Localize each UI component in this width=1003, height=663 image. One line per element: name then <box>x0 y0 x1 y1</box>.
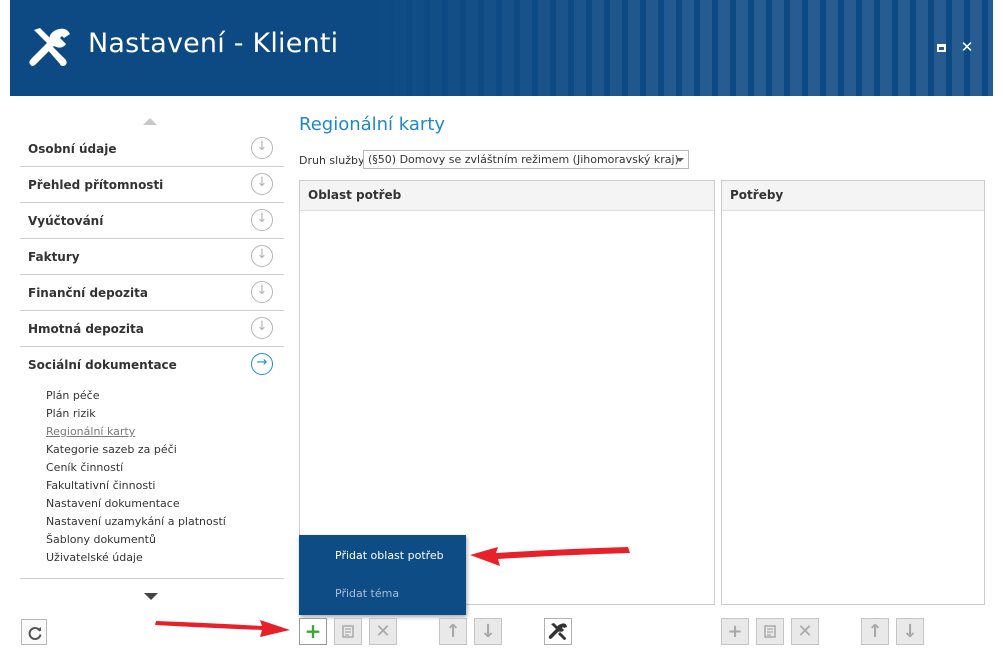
sub-item-nastaveni-uzamykani[interactable]: Nastavení uzamykání a platností <box>46 513 226 531</box>
sidebar-item-socialni-dokumentace[interactable]: Sociální dokumentace → <box>20 347 284 383</box>
add-button[interactable]: + <box>299 618 327 645</box>
move-up-potreba-button[interactable]: ↑ <box>861 618 889 645</box>
window-title: Nastavení - Klienti <box>88 28 339 59</box>
sidebar-item-label: Sociální dokumentace <box>28 358 177 372</box>
add-icon: + <box>727 621 743 642</box>
header-pattern <box>373 0 993 96</box>
settings-button[interactable] <box>544 618 572 645</box>
add-popup-menu: Přidat oblast potřeb Přidat téma <box>299 535 466 615</box>
sidebar-item-faktury[interactable]: Faktury ↓ <box>20 239 284 275</box>
sidebar-item-label: Osobní údaje <box>28 142 117 156</box>
divider <box>20 578 284 579</box>
window-header: Nastavení - Klienti ✕ <box>10 0 993 96</box>
arrow-down-circle-icon: ↓ <box>251 173 273 195</box>
menu-item-pridat-oblast-potreb[interactable]: Přidat oblast potřeb <box>335 549 444 562</box>
sub-item-nastaveni-dokumentace[interactable]: Nastavení dokumentace <box>46 495 226 513</box>
move-down-icon: ↓ <box>480 621 496 642</box>
refresh-icon <box>28 627 42 640</box>
sidebar-item-label: Finanční depozita <box>28 286 148 300</box>
sidebar-item-prehled-pritomnosti[interactable]: Přehled přítomnosti ↓ <box>20 167 284 203</box>
arrow-down-circle-icon: ↓ <box>251 245 273 267</box>
sub-item-uzivatelske-udaje[interactable]: Uživatelské údaje <box>46 549 226 567</box>
settings-icon <box>548 623 567 640</box>
edit-icon <box>342 625 354 638</box>
oblast-potreb-header: Oblast potřeb <box>300 181 714 211</box>
sidebar-item-label: Faktury <box>28 250 80 264</box>
sidebar-item-hmotna-depozita[interactable]: Hmotná depozita ↓ <box>20 311 284 347</box>
sub-item-plan-rizik[interactable]: Plán rizik <box>46 405 226 423</box>
sub-item-regionalni-karty[interactable]: Regionální karty <box>46 423 226 441</box>
move-down-potreba-button[interactable]: ↓ <box>896 618 924 645</box>
delete-icon: ✕ <box>375 621 391 642</box>
druh-sluzby-label: Druh služby: <box>299 154 368 167</box>
edit-button[interactable] <box>334 618 362 645</box>
arrow-down-circle-icon: ↓ <box>251 137 273 159</box>
move-down-button[interactable]: ↓ <box>474 618 502 645</box>
delete-button[interactable]: ✕ <box>369 618 397 645</box>
sidebar-sub-list: Plán péče Plán rizik Regionální karty Ka… <box>46 387 226 567</box>
delete-icon: ✕ <box>797 621 813 642</box>
druh-sluzby-select[interactable]: (§50) Domovy se zvláštním režimem (Jihom… <box>363 150 689 169</box>
sidebar-item-label: Hmotná depozita <box>28 322 144 336</box>
scroll-down-icon[interactable] <box>144 593 158 600</box>
arrow-right-circle-icon: → <box>251 353 273 375</box>
add-icon: + <box>304 619 322 643</box>
sidebar-item-vyuctovani[interactable]: Vyúčtování ↓ <box>20 203 284 239</box>
potreby-panel[interactable]: Potřeby <box>721 180 985 605</box>
sidebar-item-osobni-udaje[interactable]: Osobní údaje ↓ <box>20 131 284 167</box>
annotation-arrow-add <box>155 620 290 637</box>
potreby-header: Potřeby <box>722 181 984 211</box>
druh-sluzby-value: (§50) Domovy se zvláštním režimem (Jihom… <box>368 153 679 166</box>
sidebar-item-label: Vyúčtování <box>28 214 104 228</box>
sub-item-plan-pece[interactable]: Plán péče <box>46 387 226 405</box>
sidebar-item-label: Přehled přítomnosti <box>28 178 164 192</box>
sub-item-kategorie-sazeb[interactable]: Kategorie sazeb za péči <box>46 441 226 459</box>
scroll-up-icon[interactable] <box>143 118 157 125</box>
close-icon[interactable]: ✕ <box>960 40 974 55</box>
arrow-down-circle-icon: ↓ <box>251 209 273 231</box>
add-potreba-button[interactable]: + <box>721 618 749 645</box>
maximize-icon[interactable] <box>934 40 948 54</box>
edit-potreba-button[interactable] <box>756 618 784 645</box>
move-up-button[interactable]: ↑ <box>439 618 467 645</box>
chevron-down-icon <box>676 158 684 162</box>
edit-icon <box>764 625 776 638</box>
app-window: Nastavení - Klienti ✕ Osobní údaje ↓ Pře… <box>0 0 1003 663</box>
move-up-icon: ↑ <box>445 621 461 642</box>
arrow-down-circle-icon: ↓ <box>251 317 273 339</box>
move-down-icon: ↓ <box>902 621 918 642</box>
sub-item-fakultativni-cinnosti[interactable]: Fakultativní činnosti <box>46 477 226 495</box>
sub-item-sablony-dokumentu[interactable]: Šablony dokumentů <box>46 531 226 549</box>
tools-icon <box>29 28 70 67</box>
page-title: Regionální karty <box>299 114 446 135</box>
arrow-down-circle-icon: ↓ <box>251 281 273 303</box>
move-up-icon: ↑ <box>867 621 883 642</box>
sub-item-cenik-cinnosti[interactable]: Ceník činností <box>46 459 226 477</box>
menu-item-pridat-tema[interactable]: Přidat téma <box>335 587 399 600</box>
refresh-button[interactable] <box>21 619 47 645</box>
delete-potreba-button[interactable]: ✕ <box>791 618 819 645</box>
sidebar-item-financni-depozita[interactable]: Finanční depozita ↓ <box>20 275 284 311</box>
